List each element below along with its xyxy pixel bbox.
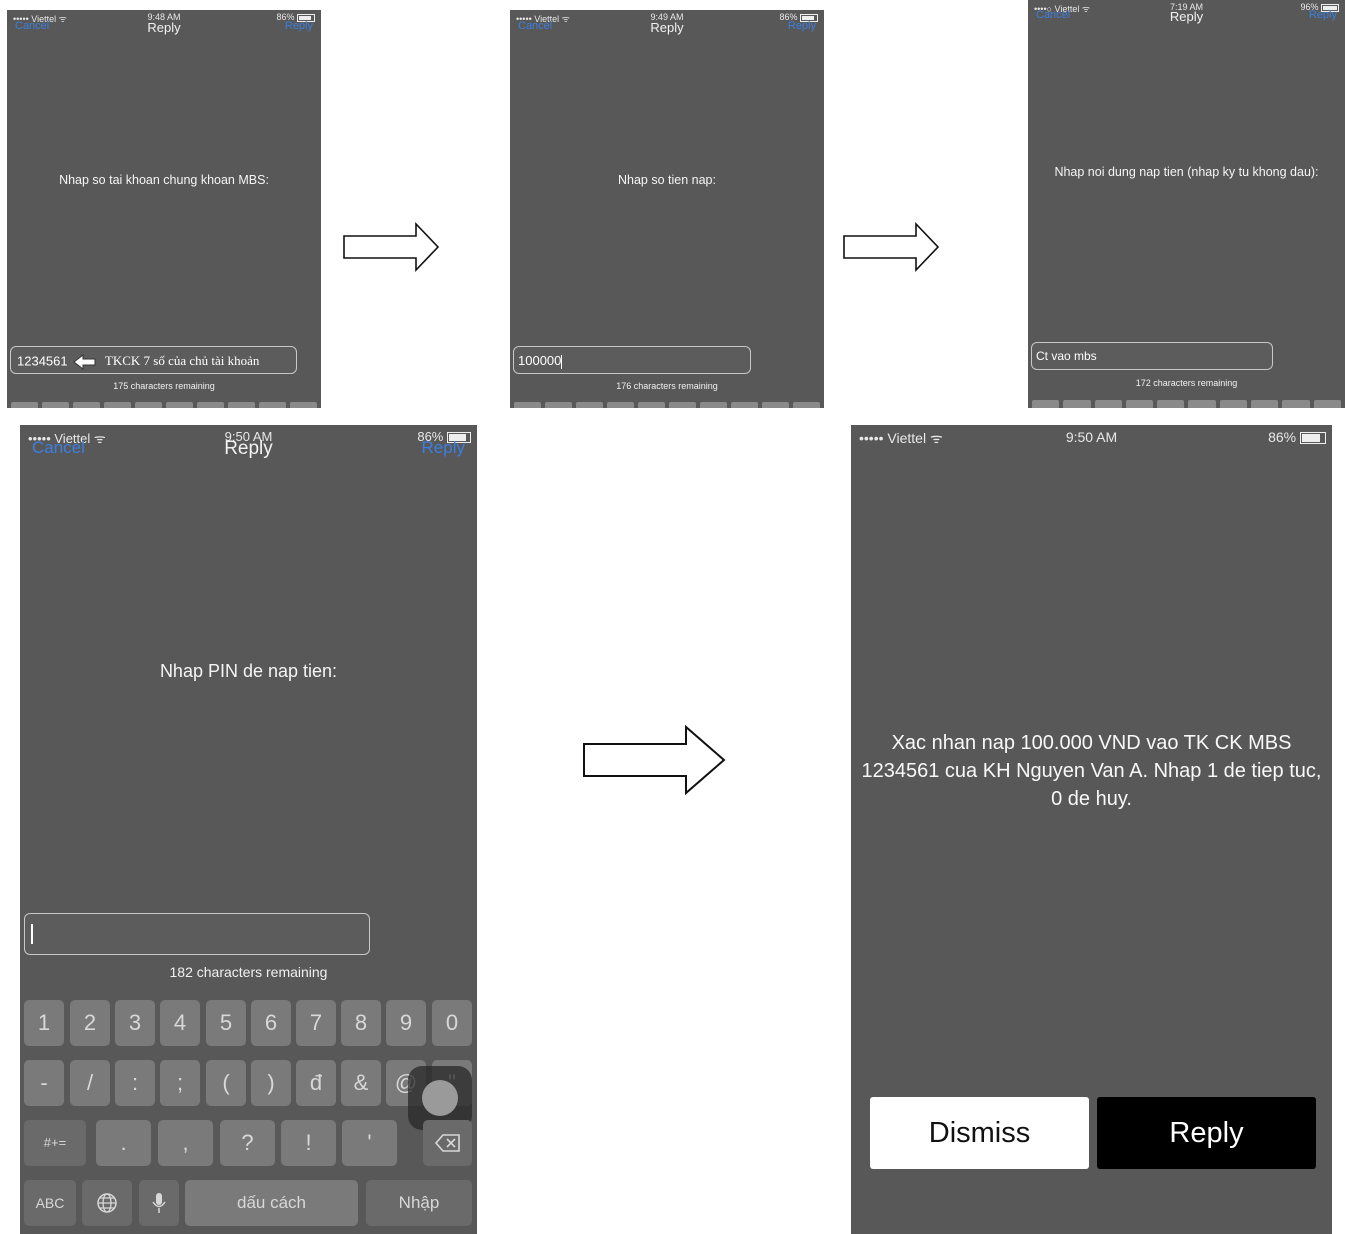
nav-title: Reply: [224, 438, 273, 459]
key-colon[interactable]: :: [115, 1060, 155, 1106]
nav-title: Reply: [1169, 9, 1204, 24]
key-9[interactable]: 9: [386, 1000, 426, 1046]
keyboard: 1 2 3 4 5 6 7 8 9 0 - / : ; ( ) đ & @ " …: [20, 988, 477, 1234]
battery-icon: [1300, 432, 1326, 445]
screen-amount: ••••• Viettel ᯤ 9:49 AM 86% Cancel Reply…: [510, 10, 824, 408]
key-open-paren[interactable]: (: [206, 1060, 246, 1106]
screen-confirmation: ••••• Viettel ᯤ 9:50 AM 86% Xac nhan nap…: [851, 425, 1332, 1234]
characters-remaining: 176 characters remaining: [616, 381, 718, 391]
enter-key[interactable]: Nhập: [366, 1180, 472, 1226]
key-exclamation[interactable]: !: [281, 1120, 336, 1166]
nav-bar: Cancel Reply Reply: [1028, 9, 1345, 25]
prompt-text: Nhap PIN de nap tien:: [159, 661, 338, 681]
account-input[interactable]: 1234561 TKCK 7 số của chủ tài khoản: [10, 346, 297, 374]
flow-arrow-icon: [843, 222, 940, 272]
flow-arrow-icon: [583, 724, 726, 796]
nav-title: Reply: [147, 20, 181, 35]
content-input[interactable]: Ct vao mbs: [1031, 342, 1273, 370]
keyboard-top-edge: [1028, 400, 1345, 408]
key-question[interactable]: ?: [220, 1120, 275, 1166]
input-value: 1234561: [17, 353, 68, 369]
input-value: Ct vao mbs: [1036, 349, 1097, 363]
key-d-stroke[interactable]: đ: [296, 1060, 336, 1106]
battery-percent: 86%: [1268, 429, 1297, 445]
globe-key[interactable]: [82, 1180, 132, 1226]
dismiss-button[interactable]: Dismiss: [870, 1097, 1089, 1169]
dictation-key[interactable]: [139, 1180, 179, 1226]
confirmation-message: Xac nhan nap 100.000 VND vao TK CK MBS 1…: [861, 732, 1322, 810]
key-slash[interactable]: /: [70, 1060, 110, 1106]
left-arrow-icon: [73, 353, 96, 371]
key-7[interactable]: 7: [296, 1000, 336, 1046]
characters-remaining: 182 characters remaining: [169, 964, 328, 980]
key-5[interactable]: 5: [206, 1000, 246, 1046]
prompt-text: Nhap so tien nap:: [618, 173, 716, 187]
key-1[interactable]: 1: [24, 1000, 64, 1046]
status-bar: ••••• Viettel ᯤ 9:50 AM 86%: [851, 429, 1332, 447]
key-close-paren[interactable]: ): [251, 1060, 291, 1106]
screen-pin: ••••• Viettel ᯤ 9:50 AM 86% Cancel Reply…: [20, 425, 477, 1234]
microphone-icon: [152, 1193, 166, 1213]
key-dash[interactable]: -: [24, 1060, 64, 1106]
characters-remaining: 172 characters remaining: [1135, 378, 1238, 388]
flow-arrow-icon: [343, 222, 440, 272]
reply-link-button[interactable]: Reply: [285, 20, 313, 32]
text-cursor: [561, 354, 563, 369]
reply-link-button[interactable]: Reply: [422, 438, 465, 458]
key-semicolon[interactable]: ;: [160, 1060, 200, 1106]
nav-bar: Cancel Reply Reply: [20, 438, 477, 460]
amount-input[interactable]: 100000: [513, 346, 751, 374]
reply-button[interactable]: Reply: [1097, 1097, 1316, 1169]
space-key[interactable]: dấu cách: [185, 1180, 358, 1226]
pin-input[interactable]: [24, 913, 370, 955]
keyboard-top-edge: [7, 402, 321, 408]
key-3[interactable]: 3: [115, 1000, 155, 1046]
key-ampersand[interactable]: &: [341, 1060, 381, 1106]
keyboard-top-edge: [510, 402, 824, 408]
input-value: 100000: [518, 353, 562, 368]
nav-bar: Cancel Reply Reply: [510, 20, 824, 36]
key-0[interactable]: 0: [432, 1000, 472, 1046]
battery-indicator: 86%: [1268, 429, 1326, 445]
key-period[interactable]: .: [96, 1120, 151, 1166]
screen-account-number: ••••• Viettel ᯤ 9:48 AM 86% Cancel Reply…: [7, 10, 321, 408]
reply-link-button[interactable]: Reply: [1309, 9, 1337, 21]
key-comma[interactable]: ,: [158, 1120, 213, 1166]
key-6[interactable]: 6: [251, 1000, 291, 1046]
text-cursor: [31, 924, 33, 944]
prompt-text: Nhap noi dung nap tien (nhap ky tu khong…: [1054, 165, 1319, 179]
annotation-text: TKCK 7 số của chủ tài khoản: [104, 353, 260, 369]
globe-icon: [97, 1193, 117, 1213]
key-8[interactable]: 8: [341, 1000, 381, 1046]
key-abc[interactable]: ABC: [24, 1180, 76, 1226]
prompt-text: Nhap so tai khoan chung khoan MBS:: [59, 173, 269, 187]
key-symbols[interactable]: #+=: [24, 1120, 86, 1166]
status-time: 9:50 AM: [1065, 429, 1118, 445]
reply-link-button[interactable]: Reply: [788, 20, 816, 32]
backspace-icon: [434, 1134, 460, 1152]
key-2[interactable]: 2: [70, 1000, 110, 1046]
key-apostrophe[interactable]: ': [342, 1120, 397, 1166]
nav-title: Reply: [650, 20, 684, 35]
nav-bar: Cancel Reply Reply: [7, 20, 321, 36]
backspace-key[interactable]: [423, 1120, 472, 1166]
key-4[interactable]: 4: [160, 1000, 200, 1046]
characters-remaining: 175 characters remaining: [113, 381, 215, 391]
screen-content: ••••○ Viettel ᯤ 7:19 AM 96% Cancel Reply…: [1028, 0, 1345, 408]
